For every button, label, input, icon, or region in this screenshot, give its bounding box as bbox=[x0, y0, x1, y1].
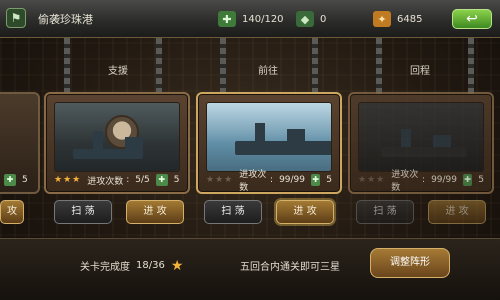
gem-icon: ◆ bbox=[296, 11, 314, 27]
star-icon: ★ bbox=[170, 257, 184, 274]
partial-meta: ✚ 5 bbox=[4, 174, 34, 186]
aircraft-image bbox=[381, 129, 467, 157]
mission-meta-1: ★★★ 进攻次数 : 5/5 ✚ 5 bbox=[54, 174, 180, 187]
sweep-button-3[interactable]: 扫 荡 bbox=[356, 200, 414, 224]
chain bbox=[64, 38, 70, 94]
gems-value: 0 bbox=[320, 13, 327, 25]
mission-card-3[interactable]: ★★★ 进攻次数 : 99/99 ✚ 5 bbox=[348, 92, 494, 194]
reward-count: 5 bbox=[22, 175, 28, 185]
back-button[interactable]: ↩ bbox=[452, 9, 492, 29]
flag-icon[interactable]: ⚑ bbox=[6, 8, 26, 28]
attack-count-label-2: 进攻次数 bbox=[239, 170, 267, 193]
reward-count-3: 5 bbox=[478, 175, 484, 185]
adjust-formation-button[interactable]: 调整阵形 bbox=[370, 248, 450, 278]
progress-value: 18/36 bbox=[136, 260, 165, 271]
reward-icon: ✚ bbox=[4, 174, 16, 186]
section-go: 前往 bbox=[258, 66, 278, 77]
mission-card-1[interactable]: ★★★ 进攻次数 : 5/5 ✚ 5 bbox=[44, 92, 190, 194]
warship-image bbox=[235, 123, 331, 155]
top-bar: ⚑ 偷袭珍珠港 ✚ 140/120 ◆ 0 ✦ 6485 ↩ bbox=[0, 0, 500, 38]
section-support: 支援 bbox=[108, 66, 128, 77]
three-star-hint: 五回合内通关即可三星 bbox=[240, 262, 340, 273]
chain bbox=[312, 38, 318, 94]
completion-progress: 关卡完成度 18/36 ★ bbox=[80, 257, 184, 274]
mission-image-2 bbox=[206, 102, 332, 172]
energy-value: 140/120 bbox=[242, 13, 284, 25]
stars-rating-3: ★★★ bbox=[358, 175, 386, 185]
reward-count-1: 5 bbox=[173, 175, 180, 185]
progress-label: 关卡完成度 bbox=[80, 262, 130, 273]
mission-meta-3: ★★★ 进攻次数 : 99/99 ✚ 5 bbox=[358, 170, 484, 193]
attack-count-label-1: 进攻次数 bbox=[87, 176, 124, 187]
stars-rating-1: ★★★ bbox=[54, 175, 82, 185]
stars-rating-2: ★★★ bbox=[206, 175, 234, 185]
sweep-button-2[interactable]: 扫 荡 bbox=[204, 200, 262, 224]
attack-button-partial[interactable]: 攻 bbox=[0, 200, 24, 224]
coins-counter: ✦ 6485 bbox=[373, 10, 422, 28]
energy-icon: ✚ bbox=[218, 11, 236, 27]
reward-icon: ✚ bbox=[463, 174, 473, 186]
attack-button-3[interactable]: 进 攻 bbox=[428, 200, 486, 224]
energy-counter: ✚ 140/120 bbox=[218, 10, 284, 28]
submarine-image bbox=[73, 131, 143, 159]
back-arrow-icon: ↩ bbox=[466, 11, 478, 27]
coins-value: 6485 bbox=[397, 13, 423, 25]
section-return: 回程 bbox=[410, 66, 430, 77]
attack-count-1: 5/5 bbox=[135, 175, 150, 185]
stage-title: 偷袭珍珠港 bbox=[38, 13, 93, 26]
attack-count-3: 99/99 bbox=[431, 175, 457, 185]
mission-image-1 bbox=[54, 102, 180, 172]
chain bbox=[468, 38, 474, 94]
coin-icon: ✦ bbox=[373, 11, 391, 27]
reward-icon: ✚ bbox=[155, 174, 168, 186]
mission-meta-2: ★★★ 进攻次数 : 99/99 ✚ 5 bbox=[206, 170, 332, 193]
chain bbox=[376, 38, 382, 94]
mission-card-2[interactable]: ★★★ 进攻次数 : 99/99 ✚ 5 bbox=[196, 92, 342, 194]
chain bbox=[156, 38, 162, 94]
attack-count-2: 99/99 bbox=[279, 175, 305, 185]
attack-count-label-3: 进攻次数 bbox=[391, 170, 419, 193]
attack-button-2[interactable]: 进 攻 bbox=[276, 200, 334, 224]
gems-counter: ◆ 0 bbox=[296, 10, 326, 28]
reward-count-2: 5 bbox=[326, 175, 332, 185]
sweep-button-1[interactable]: 扫 荡 bbox=[54, 200, 112, 224]
reward-icon: ✚ bbox=[311, 174, 321, 186]
mission-image-3 bbox=[358, 102, 484, 172]
attack-button-1[interactable]: 进 攻 bbox=[126, 200, 184, 224]
mission-card-partial[interactable]: ✚ 5 bbox=[0, 92, 40, 194]
chain bbox=[220, 38, 226, 94]
